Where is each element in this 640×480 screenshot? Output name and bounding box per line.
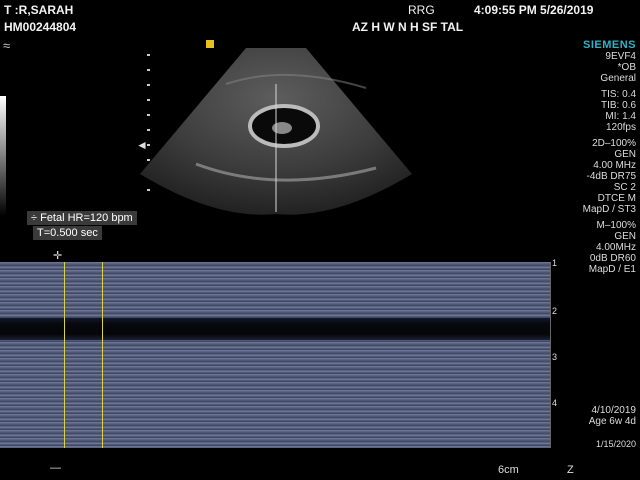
m-mode-dark-band <box>0 318 550 340</box>
depth-tick-3: 3 <box>552 352 558 362</box>
panel-line: -4dB DR75 <box>586 171 636 182</box>
fetal-hr-label: ÷ Fetal HR=120 bpm <box>27 211 137 225</box>
m-mode-trace[interactable] <box>0 262 550 448</box>
panel-line: 4.00MHz <box>595 242 636 253</box>
panel-line: General <box>600 73 636 84</box>
panel-line: M–100% <box>596 220 636 231</box>
panel-line: MI: 1.4 <box>605 111 636 122</box>
caliper-crosshair-icon[interactable]: ✛ <box>53 249 62 262</box>
brand-logo: SIEMENS <box>582 39 636 51</box>
panel-line: 9EVF4 <box>605 51 636 62</box>
caliper-line-end[interactable] <box>102 262 103 448</box>
institution-name: AZ H W N H SF TAL <box>352 20 464 34</box>
fetal-pole <box>272 122 292 134</box>
panel-line: GEN <box>614 149 636 160</box>
depth-label: 6cm <box>498 464 519 476</box>
gestational-age: Age 6w 4d <box>588 416 636 427</box>
panel-line: *OB <box>617 62 636 73</box>
depth-tick-2: 2 <box>552 306 558 316</box>
side-panel: SIEMENS 9EVF4 *OB General TIS: 0.4 TIB: … <box>582 39 636 276</box>
panel-line: 4.00 MHz <box>593 160 636 171</box>
wave-icon: ≈ <box>3 38 11 53</box>
panel-line: 120fps <box>605 122 636 133</box>
caliper-line-start[interactable] <box>64 262 65 448</box>
lmp-date: 4/10/2019 <box>591 405 637 416</box>
panel-line: MapD / E1 <box>588 264 636 275</box>
edd-date: 1/15/2020 <box>595 439 636 449</box>
panel-line: GEN <box>614 231 636 242</box>
date-time: 4:09:55 PM 5/26/2019 <box>474 3 594 17</box>
depth-scale-axis <box>550 262 551 448</box>
depth-tick-4: 4 <box>552 398 558 408</box>
exam-date-block: 4/10/2019 Age 6w 4d <box>589 405 636 427</box>
2d-sector-image[interactable] <box>136 44 416 216</box>
panel-line: TIB: 0.6 <box>600 100 636 111</box>
footer-dash: — <box>50 462 61 474</box>
time-interval-label: T=0.500 sec <box>33 226 102 240</box>
patient-name: T :R,SARAH <box>4 3 74 17</box>
zoom-indicator[interactable]: Z <box>567 464 574 476</box>
panel-line: 2D–100% <box>592 138 636 149</box>
panel-line: SC 2 <box>613 182 636 193</box>
operator-initials: RRG <box>408 3 435 17</box>
panel-line: MapD / ST3 <box>582 204 636 215</box>
panel-line: TIS: 0.4 <box>600 89 636 100</box>
panel-line: DTCE M <box>597 193 636 204</box>
patient-id: HM00244804 <box>4 20 77 34</box>
depth-tick-1: 1 <box>552 258 558 268</box>
grayscale-bar <box>0 96 6 216</box>
panel-line: 0dB DR60 <box>589 253 636 264</box>
